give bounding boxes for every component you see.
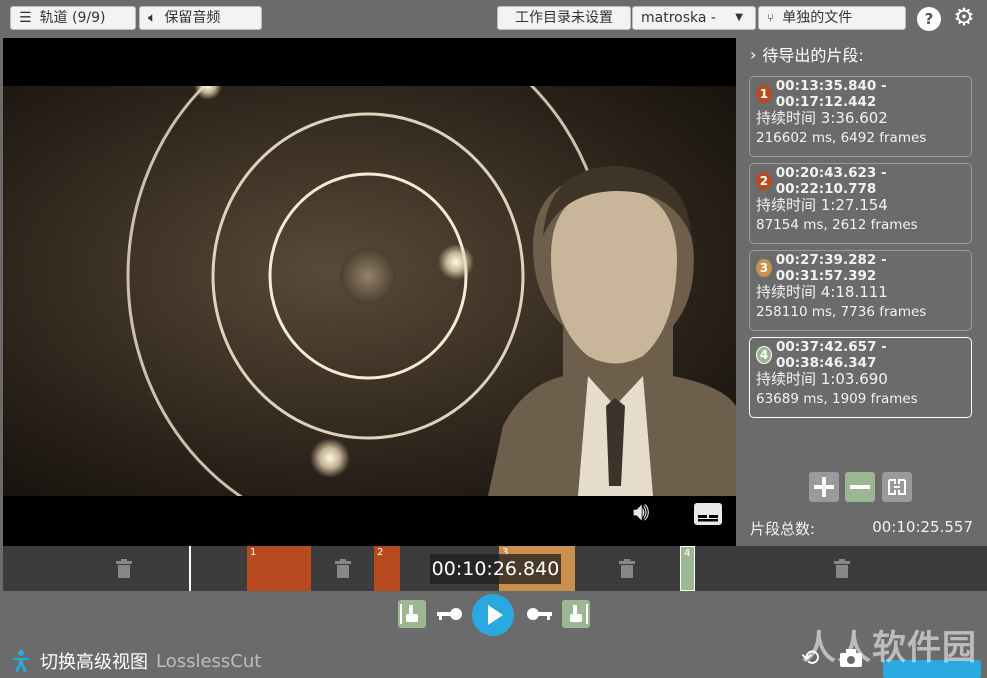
chevron-right-icon: › <box>750 44 757 64</box>
jump-start-key-icon[interactable] <box>435 606 463 626</box>
segment-duration: 持续时间 1:27.154 <box>756 196 888 214</box>
working-directory-label: 工作目录未设置 <box>515 10 613 26</box>
speaker-icon: 🔈︎ <box>148 10 157 26</box>
timeline-segment[interactable]: 1 <box>247 546 311 591</box>
subtitles-icon[interactable] <box>693 502 723 530</box>
segment-detail: 258110 ms, 7736 frames <box>756 304 927 320</box>
export-mode-button[interactable]: ⑂ 单独的文件 <box>758 6 906 30</box>
play-button[interactable] <box>472 594 514 636</box>
hand-start-icon <box>400 604 418 624</box>
segment-item[interactable]: 3 00:27:39.282 - 00:31:57.392 持续时间 4:18.1… <box>749 250 972 331</box>
app-name: LosslessCut <box>156 650 262 672</box>
tracks-button[interactable]: ☰ 轨道 (9/9) <box>10 6 136 30</box>
segment-range: 00:37:42.657 - 00:38:46.347 <box>776 339 887 371</box>
trash-icon[interactable] <box>115 559 133 583</box>
set-start-button[interactable] <box>398 600 426 628</box>
segment-detail: 87154 ms, 2612 frames <box>756 217 918 233</box>
segment-detail: 216602 ms, 6492 frames <box>756 130 927 146</box>
set-end-button[interactable] <box>562 600 590 628</box>
total-value: 00:10:25.557 <box>872 518 973 536</box>
segment-number-badge: 3 <box>756 259 772 277</box>
current-time-display: 00:10:26.840 <box>430 554 561 584</box>
trash-icon[interactable] <box>618 559 636 583</box>
segments-title-text: 待导出的片段: <box>762 46 864 65</box>
plus-icon <box>814 477 834 497</box>
hand-end-icon <box>570 604 588 624</box>
video-frame-image <box>3 86 736 496</box>
segment-number-badge: 1 <box>756 85 772 103</box>
keep-audio-label: 保留音频 <box>164 10 221 26</box>
segment-range: 00:20:43.623 - 00:22:10.778 <box>775 165 887 197</box>
fork-icon: ⑂ <box>767 11 775 25</box>
watermark-text: 人人软件园 <box>802 628 977 668</box>
top-toolbar: ☰ 轨道 (9/9) 🔈︎ 保留音频 工作目录未设置 matroska - ▼ … <box>0 0 987 38</box>
timeline-segment-label: 2 <box>377 547 384 558</box>
playhead-cursor[interactable] <box>189 546 191 591</box>
add-segment-button[interactable] <box>809 472 839 502</box>
timeline-segment[interactable]: 2 <box>374 546 400 591</box>
total-label: 片段总数: <box>750 520 816 538</box>
segment-item-selected[interactable]: 4 00:37:42.657 - 00:38:46.347 持续时间 1:03.6… <box>749 337 972 418</box>
timeline[interactable]: 1 2 3 4 00:10:26.840 <box>3 546 987 591</box>
trash-icon[interactable] <box>833 559 851 583</box>
segment-detail: 63689 ms, 1909 frames <box>756 391 918 407</box>
caret-down-icon: ▼ <box>735 12 743 23</box>
segment-number-badge: 4 <box>756 346 772 364</box>
settings-gear-icon[interactable]: ⚙ <box>952 3 976 31</box>
segments-title: › 待导出的片段: <box>750 42 864 66</box>
footer-left: 切换高级视图 LosslessCut <box>10 648 261 674</box>
list-icon: ☰ <box>19 10 32 26</box>
minus-icon <box>850 485 870 489</box>
volume-icon[interactable]: 🔊︎ <box>633 497 649 528</box>
simple-view-toggle[interactable]: 切换高级视图 <box>40 648 148 674</box>
tracks-label: 轨道 (9/9) <box>39 10 106 26</box>
help-symbol: ? <box>924 10 934 28</box>
help-icon[interactable]: ? <box>917 7 941 31</box>
split-segment-button[interactable] <box>882 472 912 502</box>
video-player[interactable]: 🔊︎ <box>3 38 736 546</box>
segment-range: 00:27:39.282 - 00:31:57.392 <box>775 252 887 284</box>
segment-duration: 持续时间 1:03.690 <box>756 370 888 388</box>
timeline-segment-label: 1 <box>250 547 257 558</box>
segments-total: 片段总数: 00:10:25.557 <box>750 518 973 539</box>
timeline-segment-label: 4 <box>684 548 691 559</box>
segment-item[interactable]: 1 00:13:35.840 - 00:17:12.442 持续时间 3:36.6… <box>749 76 972 157</box>
remove-segment-button[interactable] <box>845 472 875 502</box>
timeline-segment[interactable]: 4 <box>680 546 695 591</box>
jump-end-key-icon[interactable] <box>526 606 554 626</box>
segment-duration: 持续时间 3:36.602 <box>756 109 888 127</box>
segment-item[interactable]: 2 00:20:43.623 - 00:22:10.778 持续时间 1:27.1… <box>749 163 972 244</box>
segment-range: 00:13:35.840 - 00:17:12.442 <box>775 78 887 110</box>
format-value: matroska - <box>641 10 716 26</box>
segment-number-badge: 2 <box>756 172 772 190</box>
export-mode-label: 单独的文件 <box>782 10 853 26</box>
split-icon <box>888 479 906 495</box>
keep-audio-button[interactable]: 🔈︎ 保留音频 <box>139 6 262 30</box>
play-icon <box>488 605 503 625</box>
format-select[interactable]: matroska - ▼ <box>632 6 756 30</box>
segment-duration: 持续时间 4:18.111 <box>756 283 888 301</box>
trash-icon[interactable] <box>334 559 352 583</box>
person-icon <box>13 650 29 672</box>
segments-sidebar: › 待导出的片段: 1 00:13:35.840 - 00:17:12.442 持… <box>736 38 987 546</box>
working-directory-button[interactable]: 工作目录未设置 <box>497 6 631 30</box>
